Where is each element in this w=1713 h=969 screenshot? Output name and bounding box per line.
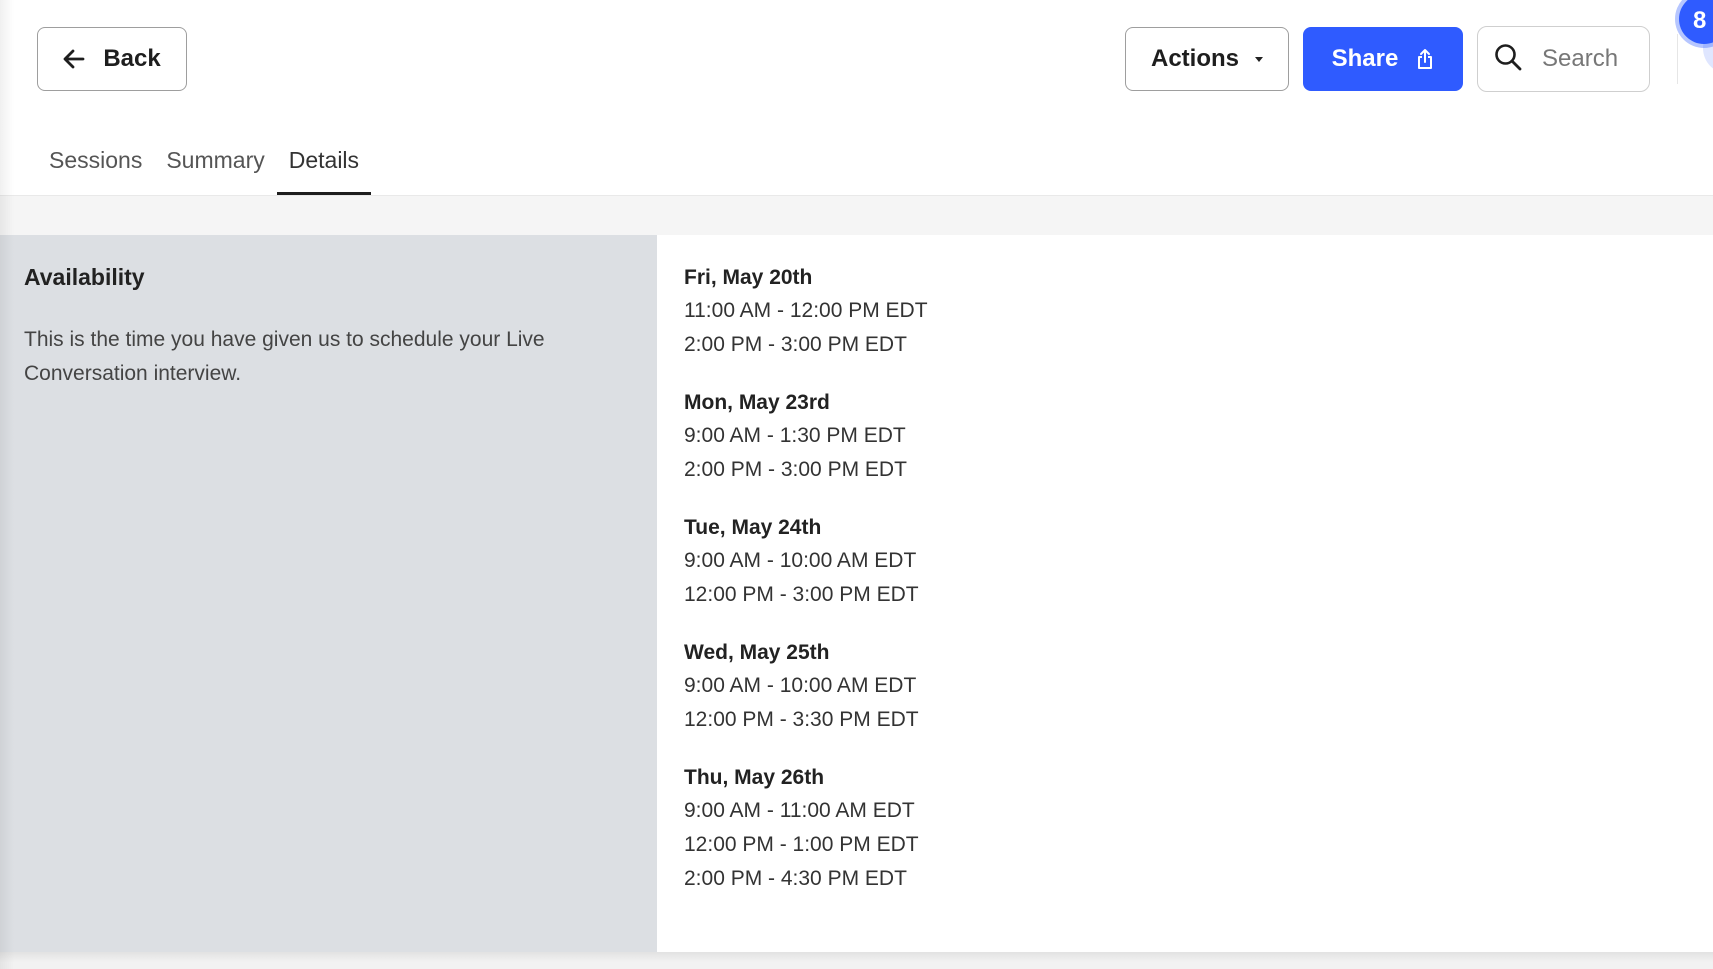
arrow-left-icon xyxy=(63,49,85,69)
back-button[interactable]: Back xyxy=(37,27,187,91)
day-date: Fri, May 20th xyxy=(684,266,813,289)
section-spacer xyxy=(0,196,1713,235)
day-block: Fri, May 20th 11:00 AM - 12:00 PM EDT 2:… xyxy=(684,262,928,362)
day-date: Thu, May 26th xyxy=(684,766,825,789)
availability-title: Availability xyxy=(24,264,145,290)
day-date: Tue, May 24th xyxy=(684,516,822,539)
back-button-label: Back xyxy=(103,45,161,72)
search-box[interactable] xyxy=(1477,26,1650,92)
time-slot: 2:00 PM - 4:30 PM EDT xyxy=(684,867,907,890)
time-slot: 2:00 PM - 3:00 PM EDT xyxy=(684,333,907,356)
tab-details[interactable]: Details xyxy=(276,138,372,195)
tab-summary[interactable]: Summary xyxy=(154,138,276,195)
share-button[interactable]: Share xyxy=(1303,27,1463,91)
time-slot: 12:00 PM - 1:00 PM EDT xyxy=(684,833,919,856)
time-slot: 11:00 AM - 12:00 PM EDT xyxy=(684,299,928,322)
schedule-list: Fri, May 20th 11:00 AM - 12:00 PM EDT 2:… xyxy=(684,262,928,921)
tab-sessions[interactable]: Sessions xyxy=(37,138,154,195)
time-slot: 9:00 AM - 10:00 AM EDT xyxy=(684,674,917,697)
caret-down-icon xyxy=(1255,56,1263,62)
actions-dropdown-button[interactable]: Actions xyxy=(1125,27,1289,91)
time-slot: 9:00 AM - 1:30 PM EDT xyxy=(684,424,906,447)
day-block: Mon, May 23rd 9:00 AM - 1:30 PM EDT 2:00… xyxy=(684,387,928,487)
share-icon xyxy=(1416,48,1434,70)
time-slot: 9:00 AM - 10:00 AM EDT xyxy=(684,549,917,572)
actions-button-label: Actions xyxy=(1150,45,1239,72)
availability-info-panel: Availability This is the time you have g… xyxy=(0,235,657,952)
day-block: Tue, May 24th 9:00 AM - 10:00 AM EDT 12:… xyxy=(684,512,928,612)
day-block: Thu, May 26th 9:00 AM - 11:00 AM EDT 12:… xyxy=(684,762,928,896)
page: Back Actions Share 8 Sessions Summary De… xyxy=(0,0,1713,969)
header: Back Actions Share 8 Sessions Summary De… xyxy=(0,0,1713,196)
header-divider xyxy=(1677,34,1678,84)
notification-badge[interactable]: 8 xyxy=(1679,0,1713,44)
search-icon xyxy=(1494,43,1522,76)
time-slot: 12:00 PM - 3:30 PM EDT xyxy=(684,708,919,731)
availability-description: This is the time you have given us to sc… xyxy=(24,328,545,385)
day-date: Mon, May 23rd xyxy=(684,391,830,414)
day-date: Wed, May 25th xyxy=(684,641,830,664)
day-block: Wed, May 25th 9:00 AM - 10:00 AM EDT 12:… xyxy=(684,637,928,737)
footer-shadow xyxy=(0,952,1713,969)
tab-bar: Sessions Summary Details xyxy=(37,138,372,195)
time-slot: 9:00 AM - 11:00 AM EDT xyxy=(684,799,915,822)
search-input[interactable] xyxy=(1540,44,1644,74)
share-button-label: Share xyxy=(1331,45,1399,72)
time-slot: 2:00 PM - 3:00 PM EDT xyxy=(684,458,907,481)
availability-schedule-panel: Fri, May 20th 11:00 AM - 12:00 PM EDT 2:… xyxy=(657,235,1713,952)
time-slot: 12:00 PM - 3:00 PM EDT xyxy=(684,583,919,606)
